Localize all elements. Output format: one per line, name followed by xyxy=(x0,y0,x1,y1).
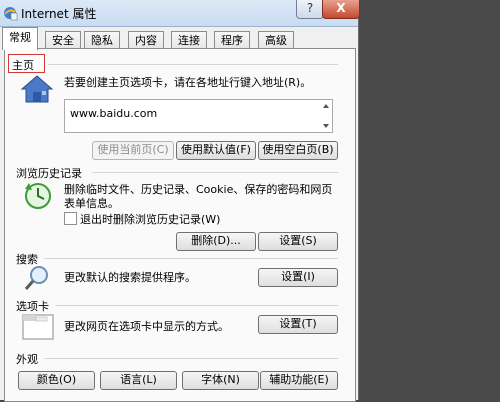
home-page-divider xyxy=(48,64,338,65)
browsing-history-divider xyxy=(92,172,338,173)
home-page-description: 若要创建主页选项卡，请在各地址行键入地址(R)。 xyxy=(64,76,312,89)
delete-on-exit-label[interactable]: 退出时删除浏览历史记录(W) xyxy=(80,211,220,227)
search-settings-button[interactable]: 设置(I) xyxy=(258,268,338,287)
colors-button[interactable]: 颜色(O) xyxy=(18,371,95,390)
use-blank-button[interactable]: 使用空白页(B) xyxy=(258,141,338,160)
window-title: Internet 属性 xyxy=(21,7,97,21)
history-settings-button[interactable]: 设置(S) xyxy=(258,232,338,251)
tabs-settings-button[interactable]: 设置(T) xyxy=(258,315,338,334)
appearance-section-label: 外观 xyxy=(16,353,38,366)
close-button[interactable]: X xyxy=(322,0,360,19)
tab-content[interactable]: 内容 xyxy=(128,31,164,49)
home-page-section-label: 主页 xyxy=(12,59,34,72)
browsing-history-description-line2: 表单信息。 xyxy=(64,197,119,210)
search-description: 更改默认的搜索提供程序。 xyxy=(64,271,196,284)
appearance-divider xyxy=(44,358,338,359)
title-bar[interactable]: Internet 属性 ? X xyxy=(0,0,360,27)
tabs-window-icon xyxy=(22,314,54,340)
fonts-button[interactable]: 字体(N) xyxy=(182,371,259,390)
history-clock-icon xyxy=(25,183,51,209)
delete-history-button[interactable]: 删除(D)... xyxy=(176,232,256,251)
search-divider xyxy=(44,258,338,259)
internet-properties-window: Internet 属性 ? X 常规 安全 隐私 内容 连接 程序 高级 主页 … xyxy=(0,0,360,402)
tabs-description: 更改网页在选项卡中显示的方式。 xyxy=(64,320,229,333)
tab-connections[interactable]: 连接 xyxy=(171,31,207,49)
tabs-section-label: 选项卡 xyxy=(16,300,49,313)
home-page-address-field[interactable]: www.baidu.com xyxy=(64,99,333,133)
scroll-arrows-icon[interactable] xyxy=(322,102,330,130)
browsing-history-section-label: 浏览历史记录 xyxy=(16,167,82,180)
languages-button[interactable]: 语言(L) xyxy=(100,371,177,390)
help-button[interactable]: ? xyxy=(296,0,324,19)
home-icon xyxy=(20,75,54,103)
tab-security[interactable]: 安全 xyxy=(45,31,81,49)
tab-programs[interactable]: 程序 xyxy=(214,31,250,49)
tab-general[interactable]: 常规 xyxy=(2,27,38,50)
tab-advanced[interactable]: 高级 xyxy=(258,31,294,49)
home-page-address-value: www.baidu.com xyxy=(70,107,158,120)
use-default-button[interactable]: 使用默认值(F) xyxy=(176,141,256,160)
search-magnifier-icon xyxy=(24,266,48,290)
internet-options-icon xyxy=(4,7,18,21)
tab-privacy[interactable]: 隐私 xyxy=(84,31,120,49)
delete-on-exit-checkbox[interactable] xyxy=(64,212,77,225)
tabs-divider xyxy=(56,305,338,306)
accessibility-button[interactable]: 辅助功能(E) xyxy=(260,371,338,390)
use-current-page-button[interactable]: 使用当前页(C) xyxy=(92,141,174,160)
